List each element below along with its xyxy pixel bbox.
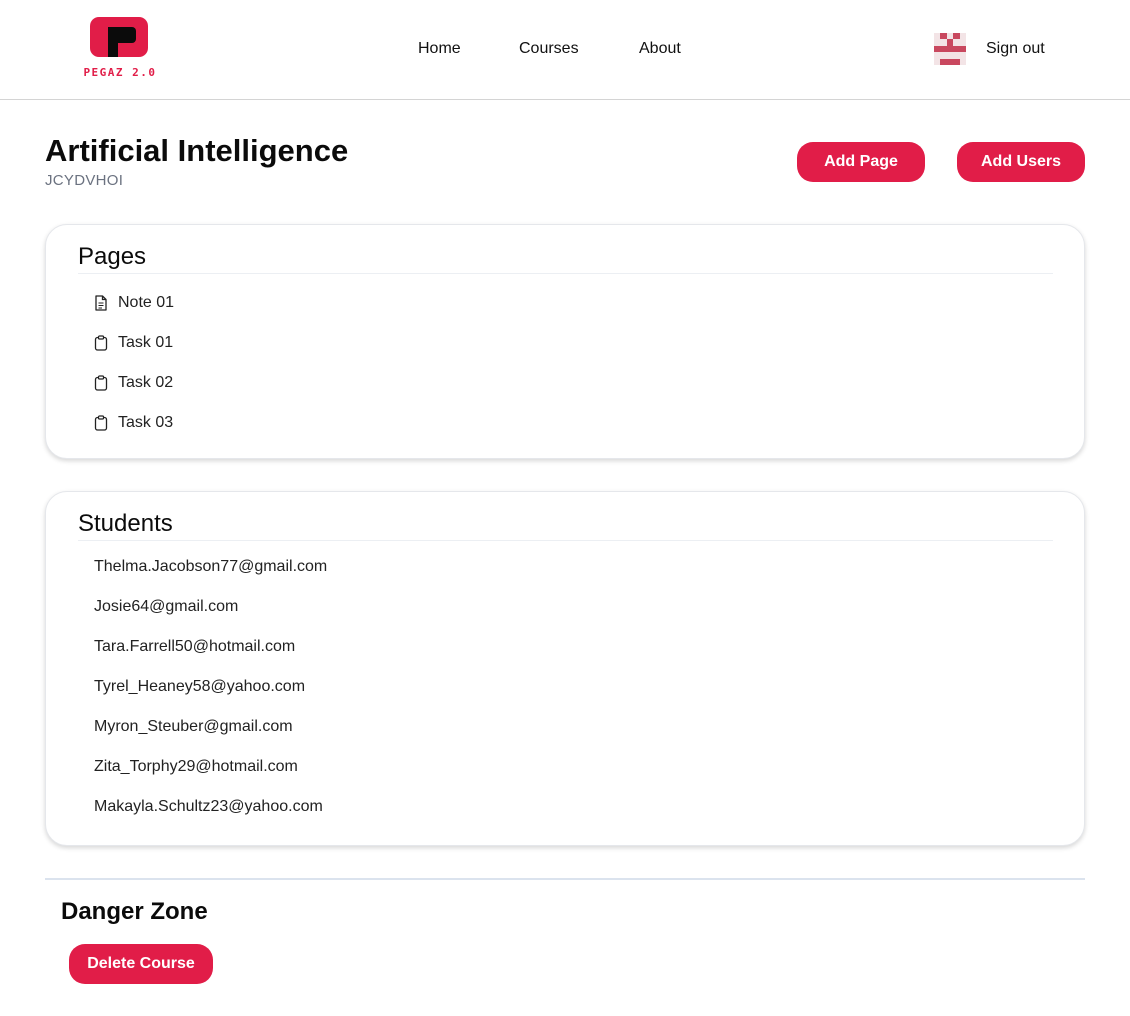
course-code: JCYDVHOI [45,172,124,189]
course-title: Artificial Intelligence [45,133,349,168]
student-email: Tara.Farrell50@hotmail.com [94,638,296,655]
nav-courses[interactable]: Courses [519,40,579,58]
sign-out-link[interactable]: Sign out [986,40,1045,58]
nav-home[interactable]: Home [418,40,461,58]
nav-about[interactable]: About [639,40,681,58]
add-users-button[interactable]: Add Users [957,142,1085,182]
danger-divider [45,878,1085,880]
page-item-task-03[interactable]: Task 03 [94,411,173,435]
page-item-note-01[interactable]: Note 01 [94,291,174,315]
page-item-label: Task 02 [118,374,174,391]
pegaz-logo[interactable]: PEGAZ 2.0 [76,16,164,82]
page-item-task-01[interactable]: Task 01 [94,331,173,355]
danger-zone-heading: Danger Zone [61,898,208,925]
page-item-label: Note 01 [118,294,175,311]
pages-heading: Pages [78,243,1053,274]
clipboard-icon [94,375,108,391]
pages-card: Pages Note 01 Task 01 Task 02 Task 03 [45,224,1085,459]
top-header: PEGAZ 2.0 Home Courses About Sign out [0,0,1130,100]
page-item-label: Task 01 [118,334,174,351]
students-card: Students Thelma.Jacobson77@gmail.com Jos… [45,491,1085,846]
student-email: Thelma.Jacobson77@gmail.com [94,558,328,575]
page-item-label: Task 03 [118,414,174,431]
logo-mark-icon [90,17,148,57]
logo-text: PEGAZ 2.0 [83,66,157,79]
students-heading: Students [78,510,1053,541]
student-email: Zita_Torphy29@hotmail.com [94,758,298,775]
student-email: Makayla.Schultz23@yahoo.com [94,798,323,815]
pixel-avatar-icon[interactable] [934,33,966,65]
clipboard-icon [94,415,108,431]
student-email: Tyrel_Heaney58@yahoo.com [94,678,306,695]
student-email: Myron_Steuber@gmail.com [94,718,293,735]
page-item-task-02[interactable]: Task 02 [94,371,173,395]
delete-course-button[interactable]: Delete Course [69,944,213,984]
add-page-button[interactable]: Add Page [797,142,925,182]
student-email: Josie64@gmail.com [94,598,239,615]
clipboard-icon [94,335,108,351]
document-icon [95,295,107,311]
